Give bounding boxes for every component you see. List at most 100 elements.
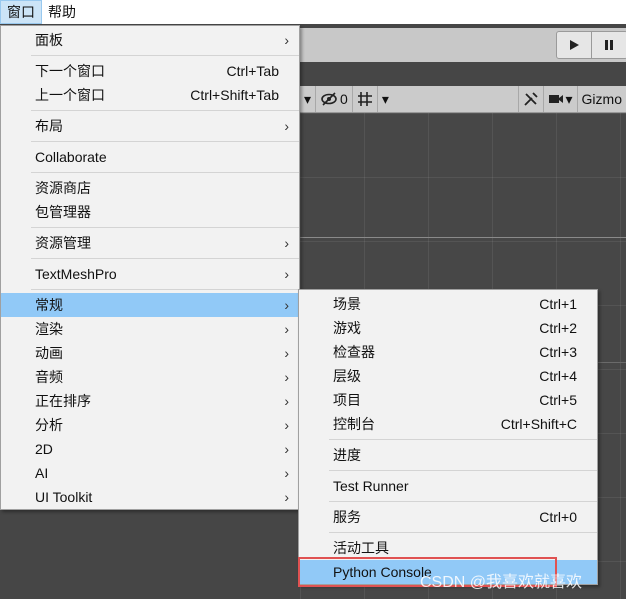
- chevron-right-icon: ›: [284, 369, 289, 385]
- menu-item-label: UI Toolkit: [35, 489, 93, 505]
- menu-item-item-7-3[interactable]: 音频 ›: [1, 365, 299, 389]
- menu-item-item-1-0[interactable]: 下一个窗口 Ctrl+Tab: [1, 59, 299, 83]
- menu-item-item-0-4[interactable]: 项目 Ctrl+5: [299, 388, 597, 412]
- menu-item-shortcut: Ctrl+1: [539, 296, 577, 312]
- play-icon: [570, 40, 579, 50]
- menu-item-item-2-0[interactable]: 布局 ›: [1, 114, 299, 138]
- scene-visibility-toggle[interactable]: 0: [315, 86, 352, 112]
- menu-separator: [329, 439, 597, 440]
- grid-snap-button[interactable]: [351, 86, 377, 112]
- menu-item-item-5-0[interactable]: 资源管理 ›: [1, 231, 299, 255]
- menu-item-shortcut: Ctrl+Shift+Tab: [190, 87, 279, 103]
- menu-item-ai[interactable]: AI ›: [1, 461, 299, 485]
- menu-item-label: 布局: [35, 118, 63, 134]
- menu-item-label: 游戏: [333, 320, 361, 336]
- menu-item-2d[interactable]: 2D ›: [1, 437, 299, 461]
- menu-item-collaborate[interactable]: Collaborate: [1, 145, 299, 169]
- pause-icon: [605, 40, 613, 50]
- menu-item-shortcut: Ctrl+0: [539, 509, 577, 525]
- menu-item-label: 进度: [333, 447, 361, 463]
- menu-item-item-4-1[interactable]: 包管理器: [1, 200, 299, 224]
- dropdown-arrow-icon[interactable]: ▾: [300, 86, 315, 112]
- menu-item-label: 音频: [35, 369, 63, 385]
- menu-item-item-0-5[interactable]: 控制台 Ctrl+Shift+C: [299, 412, 597, 436]
- chevron-right-icon: ›: [284, 118, 289, 134]
- camera-icon: [548, 95, 563, 103]
- menu-item-shortcut: Ctrl+5: [539, 392, 577, 408]
- menu-item-item-0-0[interactable]: 场景 Ctrl+1: [299, 292, 597, 316]
- menu-item-label: 资源管理: [35, 235, 91, 251]
- pause-button[interactable]: [591, 32, 626, 58]
- menu-item-item-4-0[interactable]: 资源商店: [1, 176, 299, 200]
- menu-item-label: 服务: [333, 509, 361, 525]
- menu-item-item-1-1[interactable]: 上一个窗口 Ctrl+Shift+Tab: [1, 83, 299, 107]
- menubar-item-window[interactable]: 窗口: [0, 0, 42, 24]
- grid-icon: [357, 92, 372, 106]
- menu-separator: [31, 258, 299, 259]
- menu-item-item-7-0[interactable]: 常规 ›: [1, 293, 299, 317]
- menu-item-item-1-0[interactable]: 进度: [299, 443, 597, 467]
- chevron-right-icon: ›: [284, 297, 289, 313]
- scene-horizon-line: [300, 237, 626, 238]
- menu-item-label: 下一个窗口: [35, 63, 105, 79]
- menu-item-label: 面板: [35, 32, 63, 48]
- menu-item-label: 包管理器: [35, 204, 91, 220]
- tools-button[interactable]: [517, 86, 543, 112]
- menu-item-label: 2D: [35, 441, 53, 457]
- menubar: 窗口 帮助: [0, 0, 626, 24]
- menu-item-shortcut: Ctrl+Shift+C: [500, 416, 577, 432]
- menu-item-label: 场景: [333, 296, 361, 312]
- hidden-count: 0: [340, 91, 348, 107]
- menu-item-shortcut: Ctrl+3: [539, 344, 577, 360]
- chevron-right-icon: ›: [284, 393, 289, 409]
- menu-item-label: 上一个窗口: [35, 87, 105, 103]
- menu-item-label: 控制台: [333, 416, 375, 432]
- menu-separator: [329, 501, 597, 502]
- menu-item-item-7-2[interactable]: 动画 ›: [1, 341, 299, 365]
- menu-separator: [31, 141, 299, 142]
- menu-item-label: 层级: [333, 368, 361, 384]
- menu-separator: [329, 470, 597, 471]
- menu-item-label: 分析: [35, 417, 63, 433]
- menubar-item-help[interactable]: 帮助: [42, 0, 82, 24]
- menu-item-label: Python Console: [333, 564, 432, 580]
- chevron-right-icon: ›: [284, 345, 289, 361]
- camera-button[interactable]: ▾: [542, 86, 577, 112]
- chevron-right-icon: ›: [284, 489, 289, 505]
- chevron-right-icon: ›: [284, 235, 289, 251]
- gizmos-button[interactable]: Gizmo: [576, 86, 626, 112]
- menu-item-item-7-1[interactable]: 渲染 ›: [1, 317, 299, 341]
- scene-toolbar: ▾ 0 ▾ ▾ Gizmo: [300, 86, 626, 113]
- chevron-down-icon: ▾: [565, 91, 573, 107]
- menu-item-item-0-3[interactable]: 层级 Ctrl+4: [299, 364, 597, 388]
- menu-item-item-0-2[interactable]: 检查器 Ctrl+3: [299, 340, 597, 364]
- menu-item-label: 渲染: [35, 321, 63, 337]
- menu-item-label: 常规: [35, 297, 63, 313]
- menu-item-item-0-0[interactable]: 面板 ›: [1, 28, 299, 52]
- menu-separator: [31, 227, 299, 228]
- chevron-right-icon: ›: [284, 32, 289, 48]
- menu-item-label: Test Runner: [333, 478, 409, 494]
- menu-item-textmeshpro[interactable]: TextMeshPro ›: [1, 262, 299, 286]
- menu-item-shortcut: Ctrl+4: [539, 368, 577, 384]
- chevron-right-icon: ›: [284, 441, 289, 457]
- menu-item-shortcut: Ctrl+2: [539, 320, 577, 336]
- wrench-icon: [523, 92, 538, 106]
- chevron-right-icon: ›: [284, 417, 289, 433]
- menu-item-item-3-0[interactable]: 服务 Ctrl+0: [299, 505, 597, 529]
- chevron-right-icon: ›: [284, 321, 289, 337]
- menu-item-item-0-1[interactable]: 游戏 Ctrl+2: [299, 316, 597, 340]
- grid-dropdown[interactable]: ▾: [376, 86, 393, 112]
- menu-item-label: 资源商店: [35, 180, 91, 196]
- menu-item-test-runner[interactable]: Test Runner: [299, 474, 597, 498]
- menu-item-item-7-4[interactable]: 正在排序 ›: [1, 389, 299, 413]
- menu-separator: [31, 55, 299, 56]
- menu-separator: [31, 172, 299, 173]
- menu-item-item-7-5[interactable]: 分析 ›: [1, 413, 299, 437]
- menu-item-label: 活动工具: [333, 540, 389, 556]
- menu-separator: [31, 289, 299, 290]
- menu-item-ui-toolkit[interactable]: UI Toolkit ›: [1, 485, 299, 509]
- play-button[interactable]: [557, 32, 591, 58]
- menu-item-item-4-0[interactable]: 活动工具: [299, 536, 597, 560]
